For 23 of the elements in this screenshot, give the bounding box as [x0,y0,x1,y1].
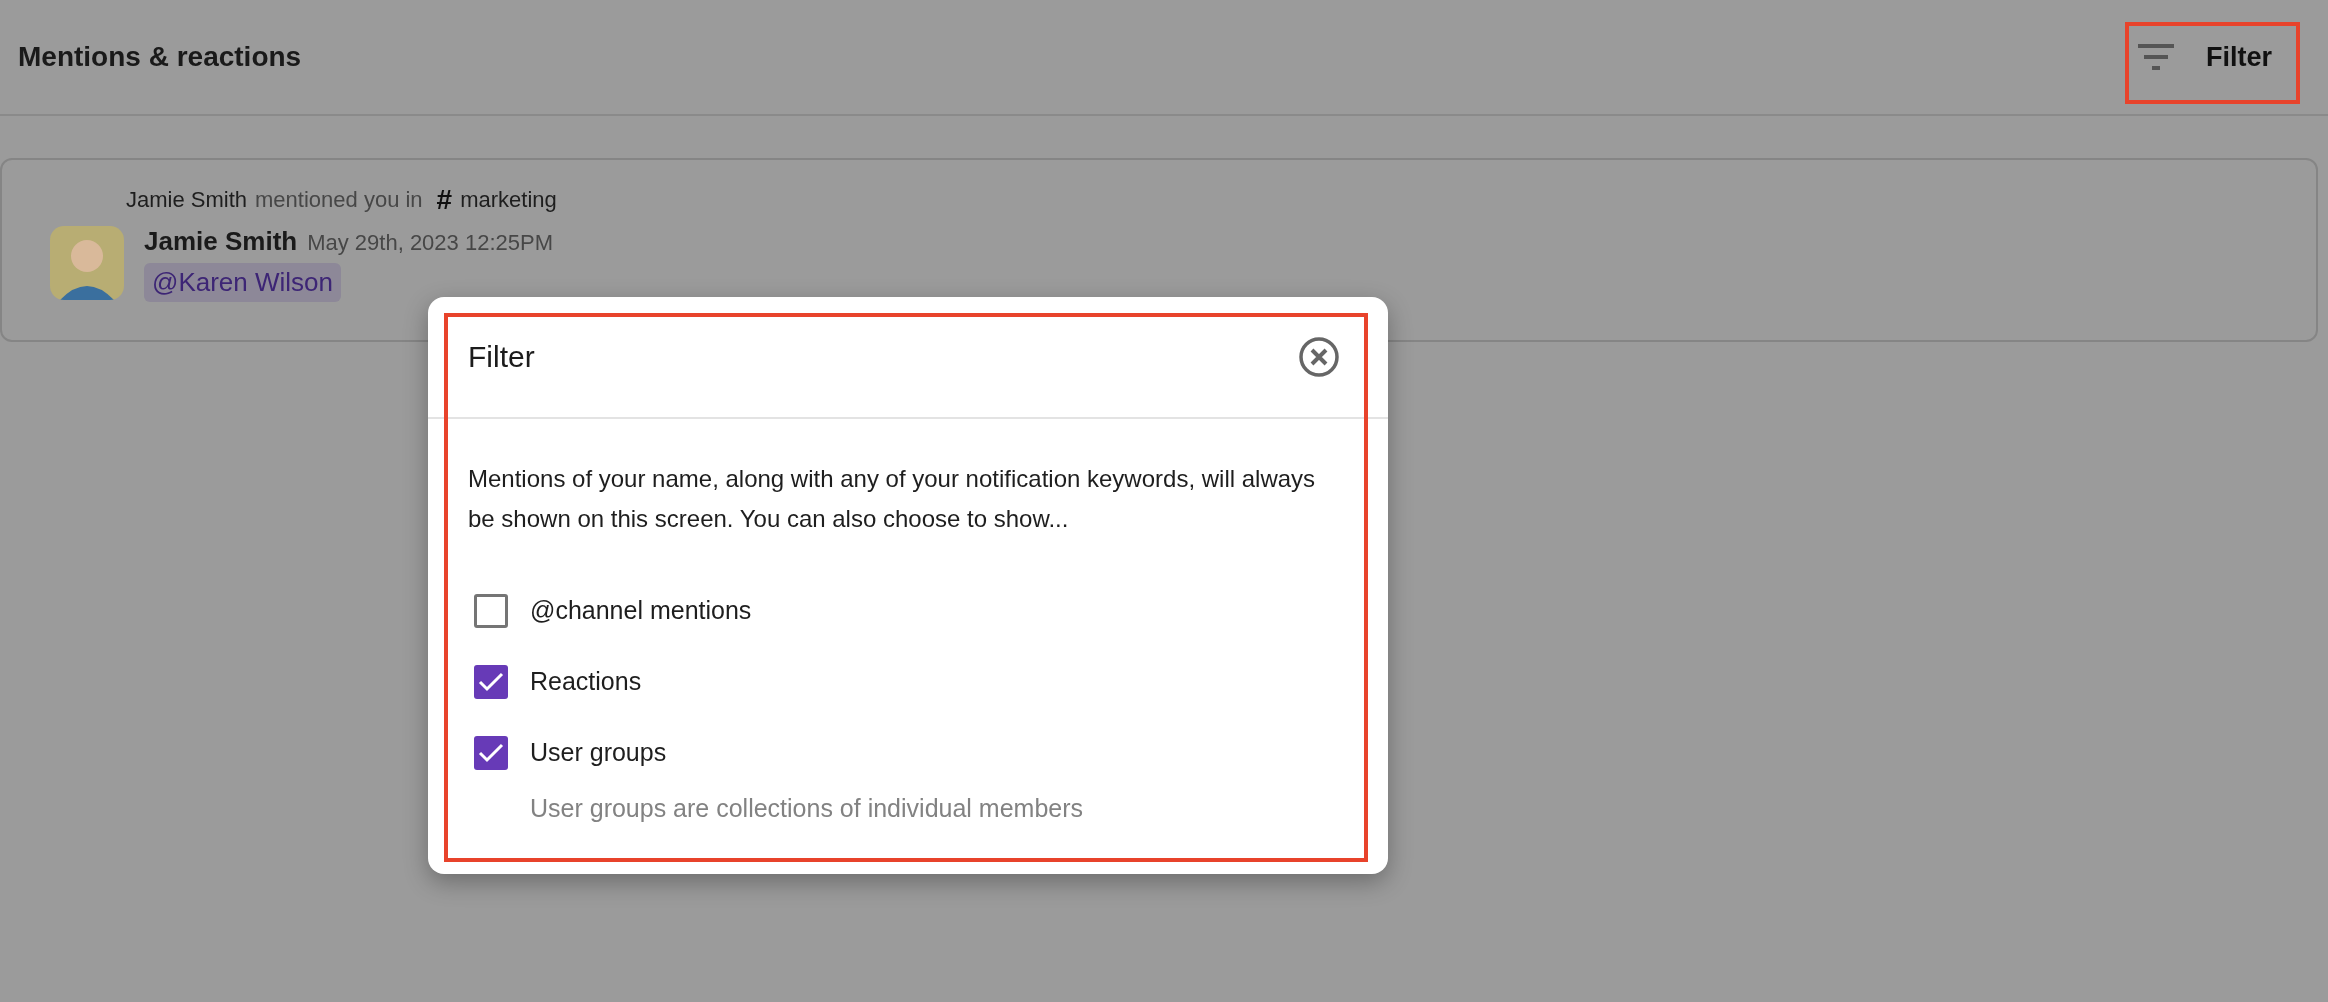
dialog-description: Mentions of your name, along with any of your notification keywords, will always be shown on this screen. You can also choose to show... [468,464,1317,534]
filter-icon [2138,44,2176,70]
author-name: Jamie Smith [126,187,248,213]
check-icon [478,742,504,763]
user-mention[interactable]: @Karen Wilson [144,263,341,302]
checkbox[interactable] [474,664,508,699]
message-timestamp: May 29th, 2023 12:25PM [307,230,553,256]
checkbox[interactable] [474,593,508,628]
page-title: Mentions & reactions [18,41,302,73]
mention-action: mentioned you in [255,187,423,213]
channel-symbol: # [436,184,453,216]
option-label: Reactions [530,667,642,696]
option-label: @channel mentions [530,596,752,625]
sender-name: Jamie Smith [144,226,298,257]
checkbox[interactable] [474,735,508,770]
close-button[interactable] [1298,336,1340,378]
option-label: User groups [530,738,667,767]
filter-button[interactable]: Filter [2118,31,2292,83]
dialog-title: Filter [468,340,535,374]
check-icon [478,671,504,692]
channel-name[interactable]: marketing [460,187,557,213]
close-icon [1298,336,1340,378]
option-hint: User groups are collections of individual members [530,793,1085,824]
